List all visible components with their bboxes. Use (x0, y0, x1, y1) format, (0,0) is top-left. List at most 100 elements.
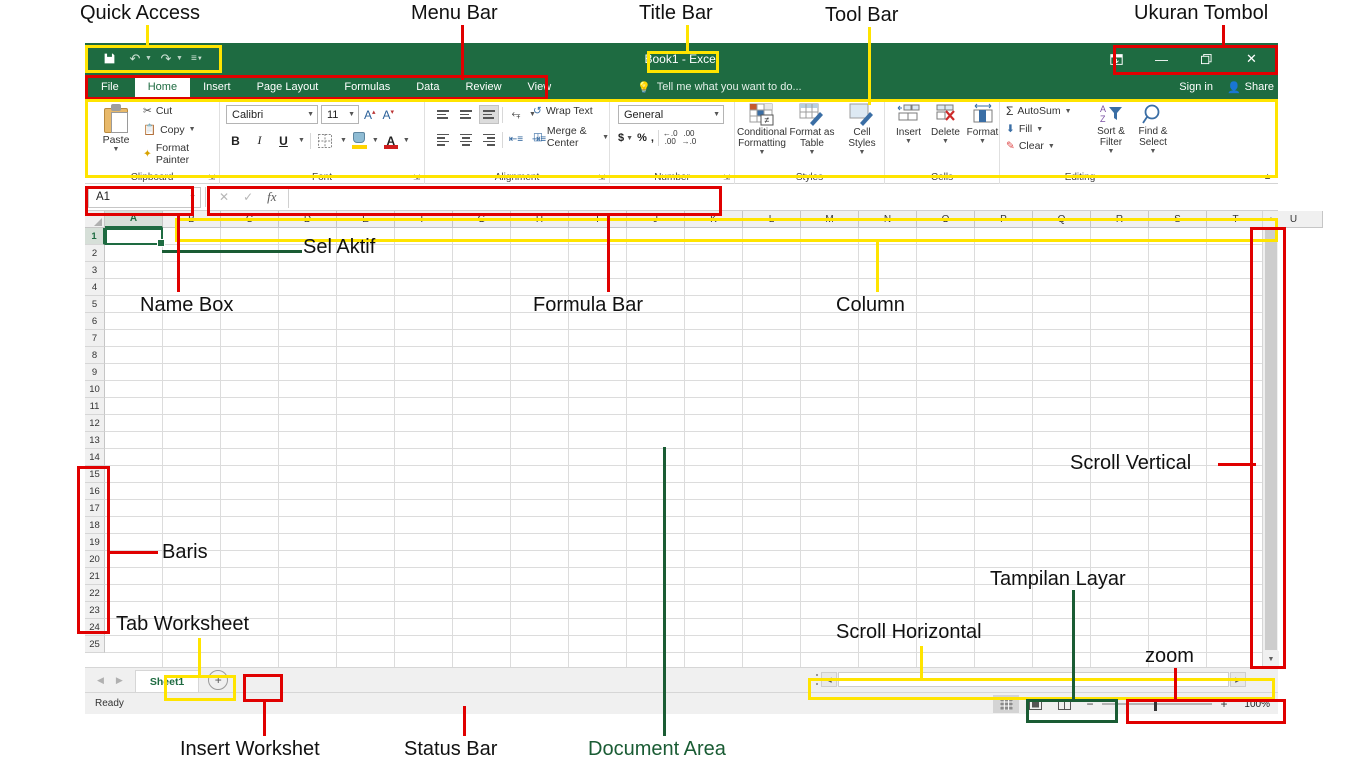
cell-C26[interactable] (221, 653, 279, 667)
cell-J13[interactable] (627, 432, 685, 449)
cell-J22[interactable] (627, 585, 685, 602)
cell-I10[interactable] (569, 381, 627, 398)
cell-N2[interactable] (859, 245, 917, 262)
cell-D19[interactable] (279, 534, 337, 551)
cell-L13[interactable] (743, 432, 801, 449)
cell-A22[interactable] (105, 585, 163, 602)
cell-S5[interactable] (1149, 296, 1207, 313)
cell-F20[interactable] (395, 551, 453, 568)
cell-K16[interactable] (685, 483, 743, 500)
cell-L23[interactable] (743, 602, 801, 619)
cell-C7[interactable] (221, 330, 279, 347)
row-header-10[interactable]: 10 (85, 381, 105, 398)
cell-K25[interactable] (685, 636, 743, 653)
cell-D23[interactable] (279, 602, 337, 619)
cell-K21[interactable] (685, 568, 743, 585)
cell-M11[interactable] (801, 398, 859, 415)
cell-B26[interactable] (163, 653, 221, 667)
cell-S4[interactable] (1149, 279, 1207, 296)
cell-G16[interactable] (453, 483, 511, 500)
cell-E16[interactable] (337, 483, 395, 500)
cell-R11[interactable] (1091, 398, 1149, 415)
cell-K5[interactable] (685, 296, 743, 313)
cell-J3[interactable] (627, 262, 685, 279)
cell-A19[interactable] (105, 534, 163, 551)
row-header-11[interactable]: 11 (85, 398, 105, 415)
cell-H18[interactable] (511, 517, 569, 534)
cell-N16[interactable] (859, 483, 917, 500)
cell-E26[interactable] (337, 653, 395, 667)
cell-R12[interactable] (1091, 415, 1149, 432)
cell-S17[interactable] (1149, 500, 1207, 517)
cell-N10[interactable] (859, 381, 917, 398)
cell-J21[interactable] (627, 568, 685, 585)
cell-O21[interactable] (917, 568, 975, 585)
cell-K20[interactable] (685, 551, 743, 568)
cell-Q10[interactable] (1033, 381, 1091, 398)
cell-H11[interactable] (511, 398, 569, 415)
cell-M7[interactable] (801, 330, 859, 347)
cell-R4[interactable] (1091, 279, 1149, 296)
cell-N7[interactable] (859, 330, 917, 347)
cell-H26[interactable] (511, 653, 569, 667)
cell-L26[interactable] (743, 653, 801, 667)
cell-B16[interactable] (163, 483, 221, 500)
cell-P3[interactable] (975, 262, 1033, 279)
cell-I17[interactable] (569, 500, 627, 517)
cell-G17[interactable] (453, 500, 511, 517)
cell-M2[interactable] (801, 245, 859, 262)
cell-B17[interactable] (163, 500, 221, 517)
cell-R7[interactable] (1091, 330, 1149, 347)
tell-me-search[interactable]: 💡 Tell me what you want to do... (637, 75, 802, 99)
cell-D25[interactable] (279, 636, 337, 653)
cell-K4[interactable] (685, 279, 743, 296)
cell-F3[interactable] (395, 262, 453, 279)
cell-D13[interactable] (279, 432, 337, 449)
cell-L19[interactable] (743, 534, 801, 551)
cell-K23[interactable] (685, 602, 743, 619)
cell-M17[interactable] (801, 500, 859, 517)
cell-F2[interactable] (395, 245, 453, 262)
cell-C25[interactable] (221, 636, 279, 653)
cell-H7[interactable] (511, 330, 569, 347)
cell-J8[interactable] (627, 347, 685, 364)
cell-G2[interactable] (453, 245, 511, 262)
cell-F21[interactable] (395, 568, 453, 585)
cell-G4[interactable] (453, 279, 511, 296)
cell-F9[interactable] (395, 364, 453, 381)
cell-M22[interactable] (801, 585, 859, 602)
cell-K2[interactable] (685, 245, 743, 262)
cell-M3[interactable] (801, 262, 859, 279)
cell-H8[interactable] (511, 347, 569, 364)
cell-P6[interactable] (975, 313, 1033, 330)
cell-J17[interactable] (627, 500, 685, 517)
cell-L9[interactable] (743, 364, 801, 381)
sheet-nav-arrows[interactable]: ◀ ▶ (85, 675, 135, 686)
cell-J12[interactable] (627, 415, 685, 432)
cell-R24[interactable] (1091, 619, 1149, 636)
cell-A10[interactable] (105, 381, 163, 398)
cell-S11[interactable] (1149, 398, 1207, 415)
cell-K3[interactable] (685, 262, 743, 279)
cell-L11[interactable] (743, 398, 801, 415)
cell-E15[interactable] (337, 466, 395, 483)
cell-A9[interactable] (105, 364, 163, 381)
row-header-6[interactable]: 6 (85, 313, 105, 330)
cell-J25[interactable] (627, 636, 685, 653)
cell-Q9[interactable] (1033, 364, 1091, 381)
cell-M23[interactable] (801, 602, 859, 619)
cell-A18[interactable] (105, 517, 163, 534)
cell-B25[interactable] (163, 636, 221, 653)
cell-O4[interactable] (917, 279, 975, 296)
cell-J26[interactable] (627, 653, 685, 667)
cell-Q6[interactable] (1033, 313, 1091, 330)
cell-R19[interactable] (1091, 534, 1149, 551)
cell-K19[interactable] (685, 534, 743, 551)
cell-S24[interactable] (1149, 619, 1207, 636)
cell-A3[interactable] (105, 262, 163, 279)
cell-L24[interactable] (743, 619, 801, 636)
cell-K15[interactable] (685, 466, 743, 483)
cell-N20[interactable] (859, 551, 917, 568)
cell-P13[interactable] (975, 432, 1033, 449)
cell-E25[interactable] (337, 636, 395, 653)
